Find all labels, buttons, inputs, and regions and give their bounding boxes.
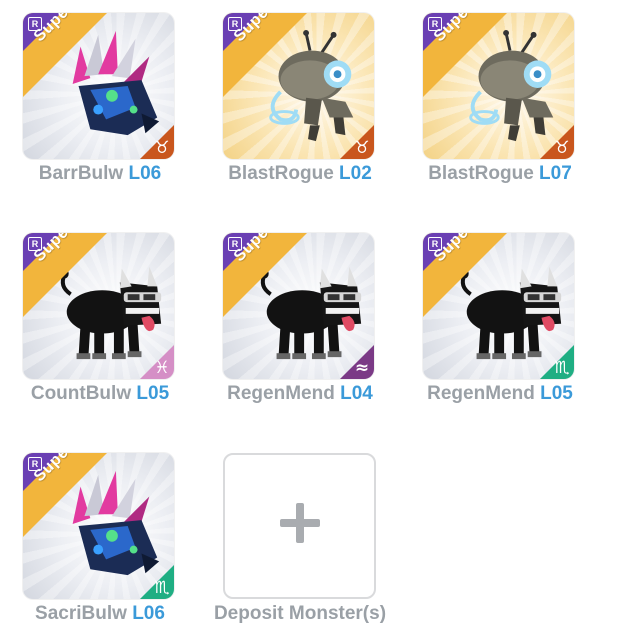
monster-caption: RegenMend L04 <box>200 383 400 405</box>
taurus-sign-icon: ♉ <box>554 138 570 158</box>
monster-level: L05 <box>540 383 573 404</box>
monster-level: L07 <box>539 163 572 184</box>
monster-name: BlastRogue <box>428 163 534 184</box>
monster-card-tile[interactable]: R Super ♏ <box>23 453 174 599</box>
scorpio-sign-icon: ♏ <box>154 578 170 598</box>
monster-card[interactable]: R Super ≈ RegenMend L04 <box>200 220 400 430</box>
taurus-sign-icon: ♉ <box>154 138 170 158</box>
deposit-monsters-button[interactable] <box>223 453 376 599</box>
monster-caption: CountBulw L05 <box>0 383 200 405</box>
monster-name: BarrBulw <box>38 163 124 184</box>
monster-caption: BlastRogue L02 <box>200 163 400 185</box>
pisces-sign-icon: ♓ <box>154 358 170 378</box>
monster-caption: BarrBulw L06 <box>0 163 200 185</box>
taurus-sign-icon: ♉ <box>354 138 370 158</box>
monster-level: L06 <box>128 163 162 184</box>
monster-caption: BlastRogue L07 <box>400 163 600 185</box>
monster-name: RegenMend <box>227 383 335 404</box>
monster-grid: R Super ♉ BarrBulw L06 R Super ♉ BlastRo… <box>0 0 640 640</box>
monster-card[interactable]: R Super ♏ SacriBulw L06 <box>0 440 200 640</box>
monster-caption: RegenMend L05 <box>400 383 600 405</box>
plus-icon-vertical <box>296 503 304 543</box>
monster-name: SacriBulw <box>35 603 127 624</box>
monster-card-tile[interactable]: R Super ♉ <box>23 13 174 159</box>
aquarius-sign-icon: ≈ <box>354 358 370 378</box>
monster-card-tile[interactable]: R Super ♏ <box>423 233 574 379</box>
monster-card[interactable]: R Super ♏ RegenMend L05 <box>400 220 600 430</box>
monster-caption: SacriBulw L06 <box>0 603 200 625</box>
monster-name: CountBulw <box>30 383 132 404</box>
monster-card[interactable]: R Super ♉ BlastRogue L07 <box>400 0 600 210</box>
monster-level: L05 <box>136 383 170 404</box>
monster-card-tile[interactable]: R Super ♉ <box>423 13 574 159</box>
monster-name: BlastRogue <box>228 163 334 184</box>
monster-card[interactable]: R Super ♉ BlastRogue L02 <box>200 0 400 210</box>
monster-card[interactable]: R Super ♓ CountBulw L05 <box>0 220 200 430</box>
monster-card[interactable]: R Super ♉ BarrBulw L06 <box>0 0 200 210</box>
scorpio-sign-icon: ♏ <box>554 358 570 378</box>
monster-name: RegenMend <box>427 383 535 404</box>
monster-card-tile[interactable]: R Super ♓ <box>23 233 174 379</box>
deposit-monsters-label[interactable]: Deposit Monster(s) <box>180 603 420 625</box>
monster-card-tile[interactable]: R Super ≈ <box>223 233 374 379</box>
monster-card-tile[interactable]: R Super ♉ <box>223 13 374 159</box>
monster-level: L04 <box>340 383 373 404</box>
monster-level: L02 <box>339 163 372 184</box>
deposit-monsters-slot[interactable]: Deposit Monster(s) <box>200 440 400 640</box>
monster-level: L06 <box>132 603 165 624</box>
